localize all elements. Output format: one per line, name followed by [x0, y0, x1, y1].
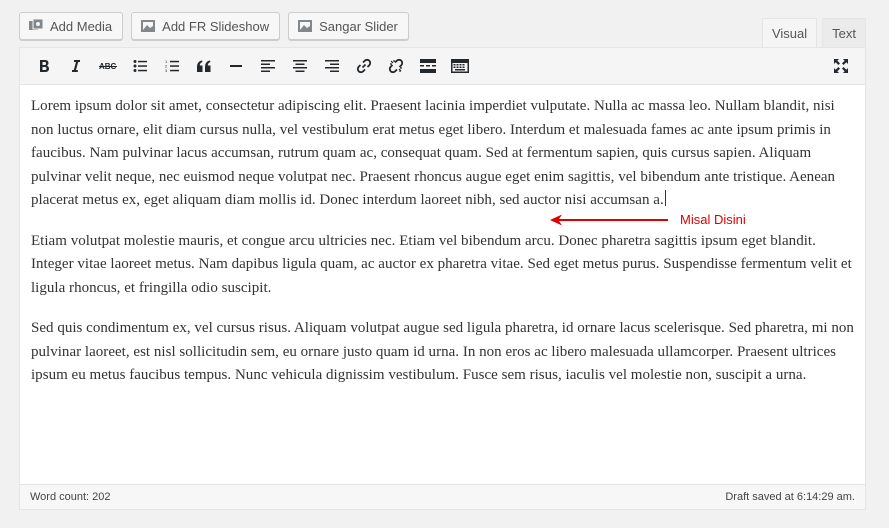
draft-saved-status: Draft saved at 6:14:29 am.	[725, 491, 855, 503]
align-center-button[interactable]	[284, 51, 316, 81]
sangar-slider-button[interactable]: Sangar Slider	[288, 12, 409, 40]
paragraph-1: Lorem ipsum dolor sit amet, consectetur …	[31, 95, 854, 213]
align-right-button[interactable]	[316, 51, 348, 81]
read-more-icon	[420, 59, 436, 73]
sangar-slider-label: Sangar Slider	[319, 18, 398, 34]
read-more-button[interactable]	[412, 51, 444, 81]
svg-text:3: 3	[165, 68, 168, 73]
slider-icon	[297, 18, 313, 34]
word-count: Word count: 202	[30, 491, 111, 503]
add-media-icon	[28, 18, 44, 34]
horizontal-line-icon	[229, 59, 243, 73]
align-right-icon	[325, 59, 339, 73]
add-fr-slideshow-label: Add FR Slideshow	[162, 18, 270, 34]
editor-tabs: Visual Text	[761, 18, 866, 48]
remove-link-icon	[388, 58, 404, 74]
align-left-button[interactable]	[252, 51, 284, 81]
align-left-icon	[261, 59, 275, 73]
paragraph-3: Sed quis condimentum ex, vel cursus risu…	[31, 320, 854, 383]
editor-toolbar: ABC 123	[20, 48, 865, 85]
bold-button[interactable]	[28, 51, 60, 81]
strikethrough-button[interactable]: ABC	[92, 51, 124, 81]
bullet-list-icon	[133, 59, 147, 73]
editor: ABC 123 Lorem ipsum dolor sit amet, cons…	[19, 47, 866, 510]
bold-icon	[37, 59, 51, 73]
fullscreen-button[interactable]	[825, 51, 857, 81]
annotation-label: Misal Disini	[680, 212, 746, 227]
bullet-list-button[interactable]	[124, 51, 156, 81]
slideshow-icon	[140, 18, 156, 34]
italic-icon	[69, 59, 83, 73]
paragraph-1-text: Lorem ipsum dolor sit amet, consectetur …	[31, 98, 836, 208]
blockquote-button[interactable]	[188, 51, 220, 81]
toolbar-toggle-icon	[451, 59, 469, 73]
fullscreen-icon	[833, 58, 849, 74]
strikethrough-icon: ABC	[99, 61, 117, 71]
blockquote-icon	[196, 60, 212, 72]
align-center-icon	[293, 59, 307, 73]
add-media-button[interactable]: Add Media	[19, 12, 124, 40]
remove-link-button[interactable]	[380, 51, 412, 81]
red-arrow-icon	[550, 214, 668, 226]
toolbar-toggle-button[interactable]	[444, 51, 476, 81]
numbered-list-icon: 123	[165, 59, 179, 73]
paragraph-2: Etiam volutpat molestie mauris, et congu…	[31, 232, 852, 296]
annotation: Misal Disini	[550, 208, 746, 232]
tab-text[interactable]: Text	[822, 18, 866, 47]
add-media-label: Add Media	[50, 18, 113, 34]
insert-link-icon	[356, 58, 372, 74]
editor-content[interactable]: Lorem ipsum dolor sit amet, consectetur …	[20, 85, 865, 481]
numbered-list-button[interactable]: 123	[156, 51, 188, 81]
italic-button[interactable]	[60, 51, 92, 81]
text-caret	[664, 190, 666, 206]
horizontal-line-button[interactable]	[220, 51, 252, 81]
insert-link-button[interactable]	[348, 51, 380, 81]
media-buttons: Add Media Add FR Slideshow Sangar Slider	[19, 12, 409, 40]
tab-visual[interactable]: Visual	[761, 18, 818, 48]
editor-statusbar: Word count: 202 Draft saved at 6:14:29 a…	[20, 484, 865, 509]
add-fr-slideshow-button[interactable]: Add FR Slideshow	[131, 12, 281, 40]
